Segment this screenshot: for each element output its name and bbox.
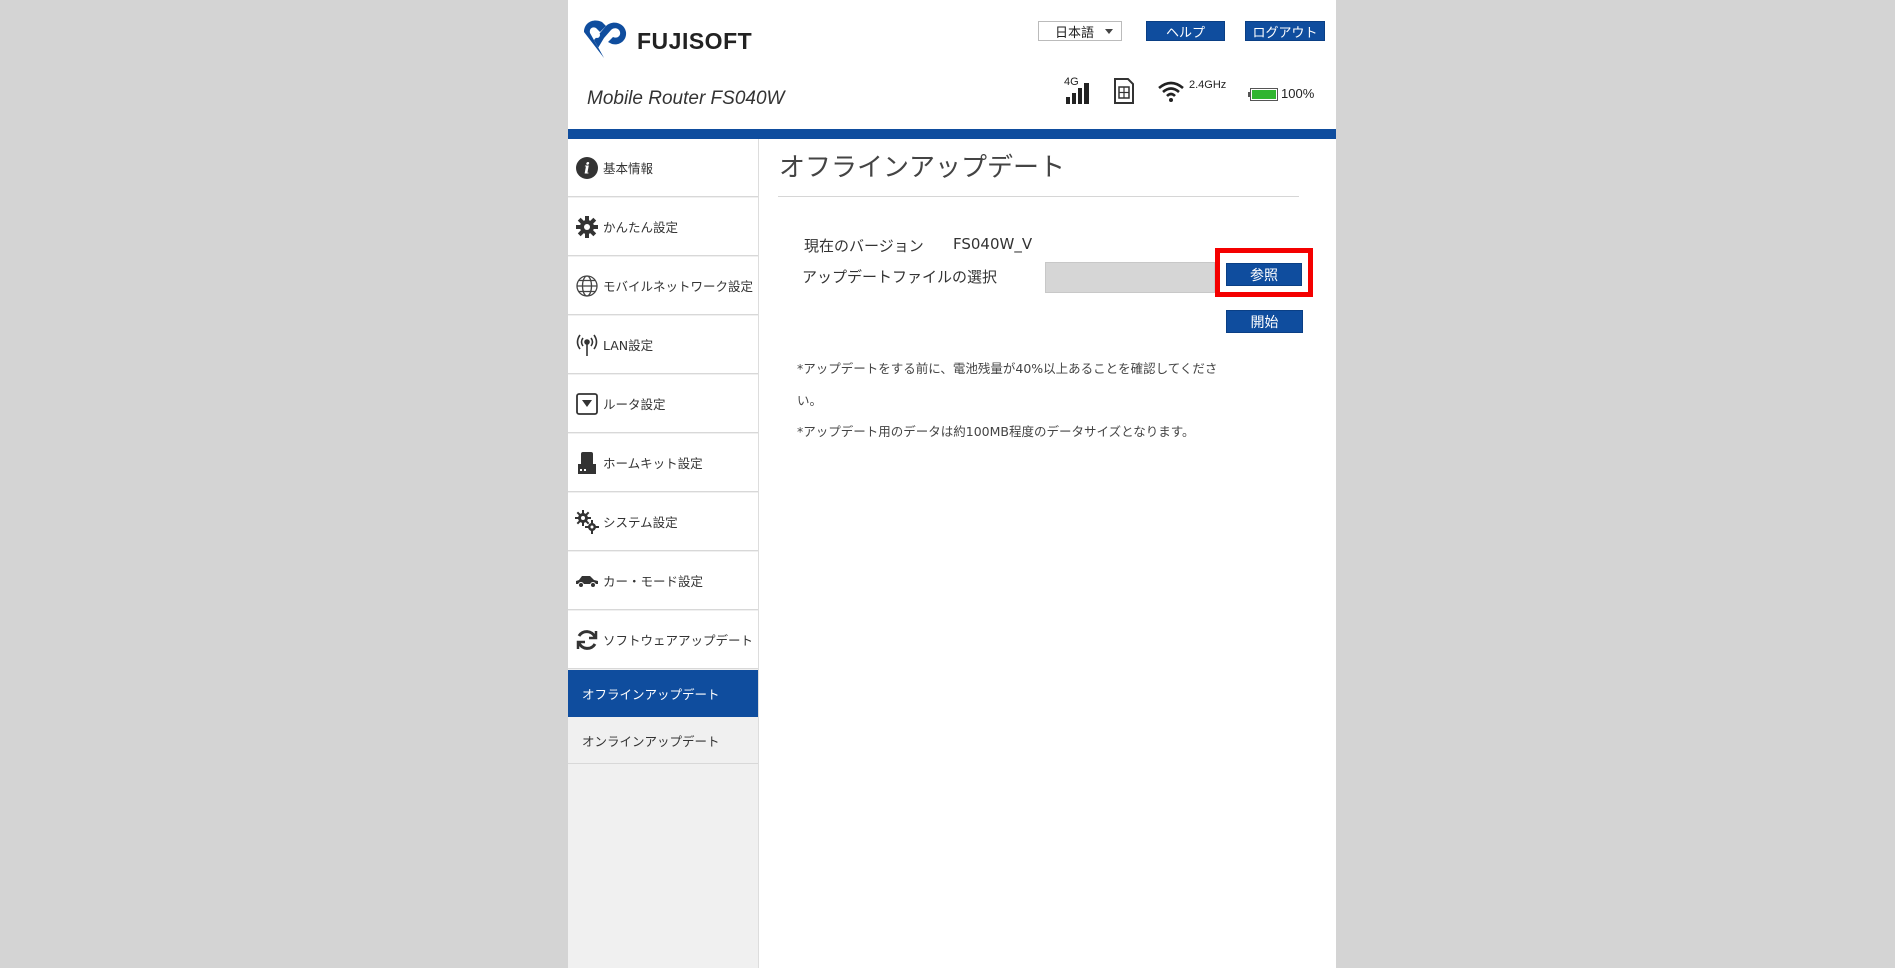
gears-icon xyxy=(575,509,599,534)
language-select-value: 日本語 xyxy=(1055,25,1095,41)
header-divider xyxy=(568,129,1336,139)
model-name: Mobile Router FS040W xyxy=(587,88,785,109)
sidebar-subitem-offline-update[interactable]: オフラインアップデート xyxy=(568,670,758,717)
gear-icon xyxy=(576,215,598,238)
start-button[interactable]: 開始 xyxy=(1226,310,1303,333)
router-icon xyxy=(576,392,598,415)
router-admin-page: FUJISOFT Mobile Router FS040W 日本語 ヘルプ ログ… xyxy=(568,0,1336,968)
version-value: FS040W_V xyxy=(953,235,1033,253)
title-divider xyxy=(778,196,1299,197)
sidebar-item-software-update[interactable]: ソフトウェアアップデート xyxy=(568,611,758,669)
browse-button[interactable]: 参照 xyxy=(1226,263,1302,286)
wifi-icon xyxy=(1158,81,1184,102)
sidebar-item-homekit[interactable]: ホームキット設定 xyxy=(568,434,758,492)
sidebar-subitem-label: オンラインアップデート xyxy=(582,733,720,749)
sidebar-item-label: ルータ設定 xyxy=(603,397,666,412)
version-label: 現在のバージョン xyxy=(804,237,924,255)
sidebar-item-easy-setup[interactable]: かんたん設定 xyxy=(568,198,758,256)
signal-strength-icon xyxy=(1066,83,1089,104)
sidebar-item-lan[interactable]: LAN設定 xyxy=(568,316,758,374)
logout-button[interactable]: ログアウト xyxy=(1245,21,1325,41)
data-size-note: *アップデート用のデータは約100MB程度のデータサイズとなります。 xyxy=(797,424,1195,439)
page-title: オフラインアップデート xyxy=(779,153,1066,183)
file-path-field[interactable] xyxy=(1045,262,1215,293)
sim-card-icon xyxy=(1114,78,1134,104)
file-select-label: アップデートファイルの選択 xyxy=(802,268,998,286)
svg-text:i: i xyxy=(584,159,590,177)
sidebar-item-label: ソフトウェアアップデート xyxy=(603,633,754,648)
globe-icon xyxy=(576,274,598,297)
sidebar-subitem-online-update[interactable]: オンラインアップデート xyxy=(568,717,758,764)
cradle-icon xyxy=(578,451,596,474)
wifi-band-label: 2.4GHz xyxy=(1189,79,1227,91)
sidebar-item-basic-info[interactable]: i 基本情報 xyxy=(568,139,758,197)
battery-icon xyxy=(1248,88,1278,101)
sidebar-item-label: カー・モード設定 xyxy=(603,574,704,589)
sidebar-item-system[interactable]: システム設定 xyxy=(568,493,758,551)
antenna-icon xyxy=(576,334,598,356)
info-icon: i xyxy=(576,156,598,179)
sidebar-item-label: 基本情報 xyxy=(603,161,654,176)
sidebar-item-mobile-network[interactable]: モバイルネットワーク設定 xyxy=(568,257,758,315)
sidebar-item-label: モバイルネットワーク設定 xyxy=(603,279,754,294)
battery-note-continued: い。 xyxy=(797,393,823,408)
chevron-down-icon xyxy=(1105,29,1113,34)
help-button[interactable]: ヘルプ xyxy=(1146,21,1225,41)
sidebar-item-car-mode[interactable]: カー・モード設定 xyxy=(568,552,758,610)
logo-text: FUJISOFT xyxy=(637,27,753,54)
language-select[interactable]: 日本語 xyxy=(1038,21,1122,41)
sidebar: i 基本情報 かんたん設定 モバイルネットワーク設定 LAN設定 ルータ設定 ホ… xyxy=(568,139,759,968)
sidebar-subitem-label: オフラインアップデート xyxy=(582,687,720,702)
car-icon xyxy=(576,575,598,588)
sidebar-item-label: システム設定 xyxy=(603,515,678,530)
refresh-icon xyxy=(576,629,598,650)
battery-percentage: 100% xyxy=(1281,86,1315,101)
fujisoft-logo: FUJISOFT xyxy=(580,18,752,64)
battery-note: *アップデートをする前に、電池残量が40%以上あることを確認してくださ xyxy=(797,361,1218,376)
sidebar-item-label: かんたん設定 xyxy=(603,220,679,235)
sidebar-item-label: ホームキット設定 xyxy=(603,456,703,471)
sidebar-item-label: LAN設定 xyxy=(603,338,654,353)
fujisoft-logo-icon xyxy=(584,20,627,58)
sidebar-item-router[interactable]: ルータ設定 xyxy=(568,375,758,433)
